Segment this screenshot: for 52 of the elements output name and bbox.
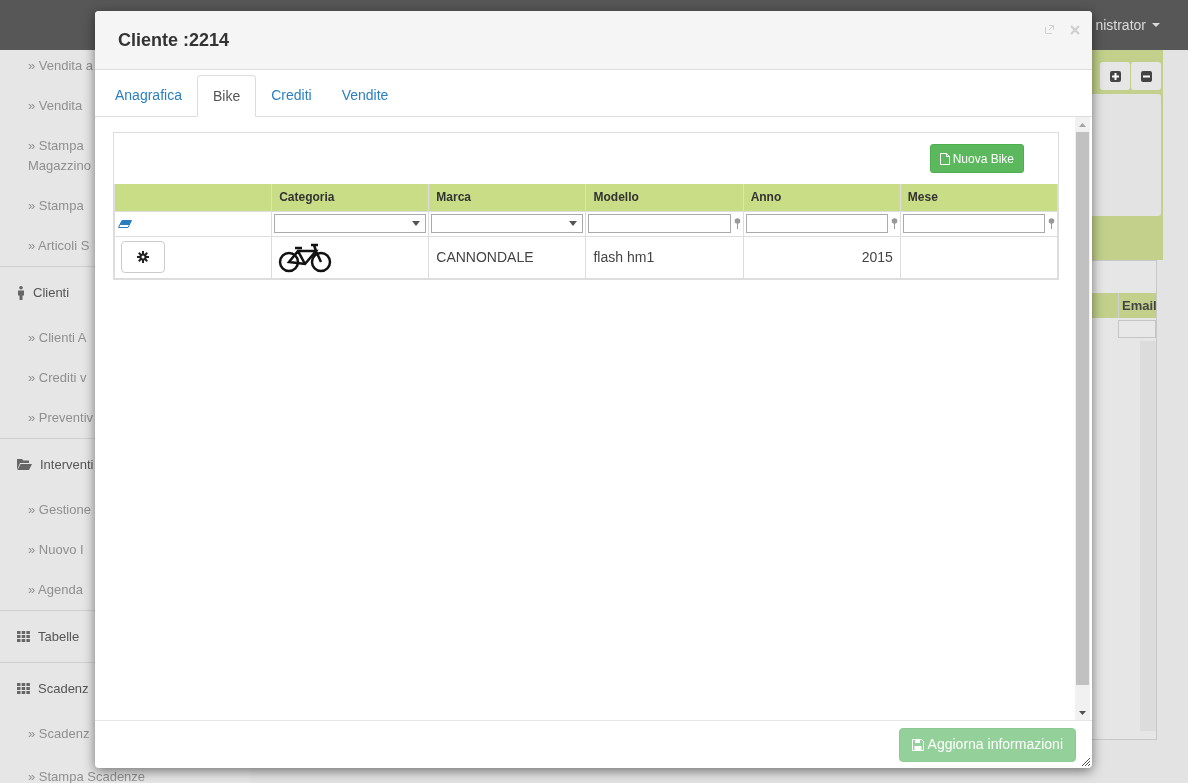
- dialog-title: Cliente :2214: [118, 28, 230, 52]
- resize-grip-icon[interactable]: [1082, 758, 1090, 766]
- gear-icon: [137, 251, 149, 263]
- sidebar-item[interactable]: Tabelle: [38, 626, 80, 647]
- add-button[interactable]: [1100, 62, 1130, 90]
- column-header: Email: [1118, 293, 1156, 318]
- caret-icon: [1152, 23, 1160, 27]
- remove-button[interactable]: [1131, 62, 1161, 90]
- table-cell: flash hm1: [585, 236, 744, 278]
- filter-dropdown[interactable]: [431, 214, 584, 233]
- folder-icon: [17, 459, 32, 470]
- filter-icon[interactable]: [1048, 218, 1055, 229]
- up-arrow-icon[interactable]: [1079, 122, 1086, 127]
- scrollbar[interactable]: [1075, 117, 1090, 720]
- filter-field[interactable]: [745, 214, 888, 233]
- user-menu[interactable]: nistrator: [1095, 14, 1160, 36]
- floppy-icon: [911, 738, 924, 751]
- sidebar-item[interactable]: Clienti: [33, 282, 70, 303]
- table-cell: CANNONDALE: [428, 236, 586, 278]
- filter-dropdown[interactable]: [274, 214, 427, 233]
- person-icon: [17, 285, 25, 300]
- tab[interactable]: Anagrafica: [100, 75, 197, 116]
- scrollbar[interactable]: [1140, 341, 1156, 731]
- column-header[interactable]: Categoria: [271, 184, 429, 211]
- plus-icon: [1109, 70, 1121, 82]
- column-header[interactable]: Marca: [428, 184, 586, 211]
- settings-button[interactable]: [121, 241, 165, 273]
- sidebar-item[interactable]: Interventi: [40, 454, 94, 475]
- file-icon: [939, 152, 950, 165]
- tab[interactable]: Vendite: [326, 75, 404, 116]
- grid-icon: [17, 631, 30, 642]
- close-icon[interactable]: [1070, 25, 1080, 35]
- minus-icon: [1140, 70, 1152, 82]
- grid-icon: [17, 683, 30, 694]
- sidebar-item[interactable]: Scadenz: [38, 678, 89, 699]
- filter-field[interactable]: [902, 214, 1045, 233]
- caret-icon: [412, 221, 421, 226]
- expand-icon[interactable]: [1045, 25, 1054, 34]
- column-header[interactable]: Anno: [743, 184, 901, 211]
- filter-icon[interactable]: [733, 218, 741, 229]
- filter-field[interactable]: [588, 214, 731, 233]
- column-header[interactable]: Modello: [585, 184, 744, 211]
- tab[interactable]: Crediti: [256, 75, 327, 116]
- tab[interactable]: Bike: [196, 75, 257, 117]
- caret-icon: [569, 221, 578, 226]
- column-header[interactable]: Mese: [900, 184, 1058, 211]
- filter-icon[interactable]: [890, 218, 898, 229]
- eraser-icon[interactable]: [118, 219, 132, 228]
- table-cell: 2015: [743, 236, 901, 278]
- bicycle-icon: [278, 241, 333, 273]
- filter-field[interactable]: [1118, 320, 1156, 338]
- down-arrow-icon[interactable]: [1079, 710, 1086, 715]
